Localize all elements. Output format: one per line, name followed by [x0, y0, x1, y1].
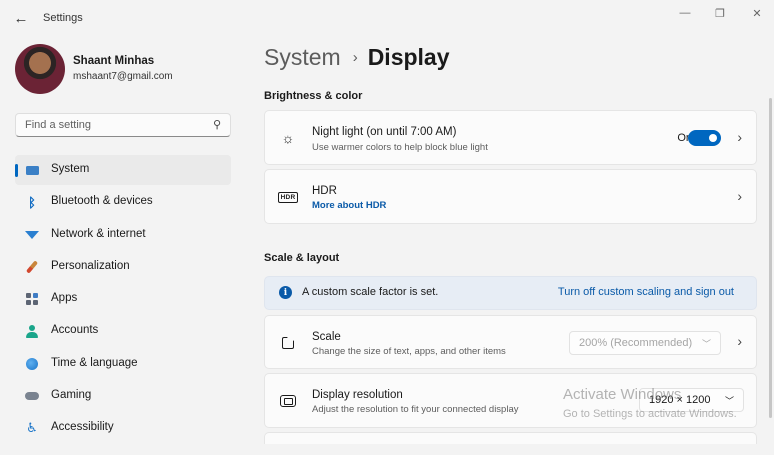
- chevron-right-icon: ›: [352, 49, 358, 66]
- chevron-right-icon[interactable]: ›: [737, 333, 742, 349]
- close-icon: ✕: [752, 7, 762, 20]
- search-input[interactable]: Find a setting: [25, 119, 91, 131]
- restore-icon: ❐: [715, 7, 725, 20]
- active-indicator: [15, 164, 18, 177]
- sidebar-item-label: Accessibility: [51, 421, 114, 434]
- sidebar-item-label: Network & internet: [51, 227, 146, 240]
- sidebar-item-gaming[interactable]: Gaming: [15, 381, 231, 411]
- user-name: Shaant Minhas: [73, 55, 155, 67]
- chevron-down-icon: ﹀: [701, 339, 711, 349]
- resolution-icon: [279, 392, 297, 410]
- breadcrumb: System › Display: [264, 44, 450, 71]
- globe-icon: [25, 357, 39, 371]
- brush-icon: [25, 260, 39, 274]
- section-title-scale-layout: Scale & layout: [264, 252, 340, 264]
- restore-button[interactable]: ❐: [705, 4, 735, 22]
- scale-subtitle: Change the size of text, apps, and other…: [312, 346, 506, 357]
- display-resolution-title: Display resolution: [312, 389, 403, 401]
- search-icon[interactable]: ⚲: [213, 118, 221, 131]
- sidebar-item-label: Apps: [51, 292, 78, 305]
- hdr-title: HDR: [312, 185, 337, 197]
- sidebar-item-personalization[interactable]: Personalization: [15, 252, 231, 282]
- sidebar-item-time-language[interactable]: Time & language: [15, 349, 231, 379]
- sidebar-item-bluetooth[interactable]: ᛒ Bluetooth & devices: [15, 187, 231, 217]
- next-setting-card[interactable]: [264, 432, 757, 444]
- scale-title: Scale: [312, 331, 341, 343]
- minimize-icon: —: [679, 7, 691, 19]
- chevron-down-icon: ﹀: [724, 396, 734, 406]
- sidebar-item-accounts[interactable]: Accounts: [15, 316, 231, 346]
- scale-dropdown-value: 200% (Recommended): [579, 337, 693, 349]
- sidebar-item-label: Gaming: [51, 389, 92, 402]
- toggle-knob: [709, 134, 717, 142]
- sidebar-item-network[interactable]: Network & internet: [15, 220, 231, 250]
- accounts-icon: [25, 324, 39, 338]
- title-bar: ← Settings — ❐ ✕: [0, 0, 774, 36]
- bluetooth-icon: ᛒ: [28, 194, 36, 210]
- breadcrumb-parent[interactable]: System: [264, 44, 341, 70]
- custom-scale-info-bar: i A custom scale factor is set. Turn off…: [264, 276, 757, 310]
- wifi-icon: [25, 228, 39, 242]
- section-title-brightness: Brightness & color: [264, 90, 363, 102]
- sidebar-item-accessibility[interactable]: ♿ Accessibility: [15, 413, 231, 443]
- sidebar-item-apps[interactable]: Apps: [15, 284, 231, 314]
- settings-window: ← Settings — ❐ ✕ Shaant Minhas mshaant7@…: [0, 0, 774, 455]
- hdr-card[interactable]: HDR HDR More about HDR ›: [264, 169, 757, 224]
- app-title: Settings: [43, 12, 83, 24]
- gamepad-icon: [25, 389, 39, 403]
- custom-scale-info-text: A custom scale factor is set.: [302, 286, 439, 298]
- display-resolution-subtitle: Adjust the resolution to fit your connec…: [312, 404, 519, 415]
- night-light-card[interactable]: ☼ Night light (on until 7:00 AM) Use war…: [264, 110, 757, 165]
- night-light-toggle[interactable]: [688, 130, 721, 146]
- chevron-right-icon[interactable]: ›: [737, 129, 742, 145]
- scrollbar[interactable]: [769, 98, 772, 418]
- brightness-icon: ☼: [281, 130, 295, 146]
- sidebar-item-label: Accounts: [51, 324, 99, 337]
- night-light-subtitle: Use warmer colors to help block blue lig…: [312, 142, 488, 153]
- hdr-icon: HDR: [278, 188, 298, 206]
- user-email: mshaant7@gmail.com: [73, 71, 173, 82]
- chevron-right-icon[interactable]: ›: [737, 188, 742, 204]
- sidebar-item-system[interactable]: System: [15, 155, 231, 185]
- activate-windows-watermark: Activate Windows: [563, 386, 682, 403]
- close-button[interactable]: ✕: [742, 4, 772, 22]
- sidebar-item-label: System: [51, 163, 90, 175]
- more-about-hdr-link[interactable]: More about HDR: [312, 200, 386, 211]
- night-light-title: Night light (on until 7:00 AM): [312, 126, 457, 138]
- accessibility-icon: ♿: [26, 420, 38, 436]
- back-button[interactable]: ←: [10, 8, 32, 28]
- sidebar-nav: System ᛒ Bluetooth & devices Network & i…: [15, 155, 231, 446]
- sidebar-item-label: Personalization: [51, 259, 130, 272]
- scale-icon: [279, 334, 297, 352]
- turn-off-custom-scaling-link[interactable]: Turn off custom scaling and sign out: [558, 286, 734, 298]
- activate-windows-subtitle: Go to Settings to activate Windows.: [563, 408, 737, 420]
- page-title: Display: [367, 44, 450, 70]
- back-arrow-icon: ←: [13, 9, 29, 27]
- minimize-button[interactable]: —: [670, 4, 700, 22]
- sidebar-item-label: Time & language: [51, 356, 138, 369]
- sidebar-item-label: Bluetooth & devices: [51, 195, 153, 208]
- avatar: [15, 44, 65, 94]
- scale-card[interactable]: Scale Change the size of text, apps, and…: [264, 315, 757, 369]
- info-icon: i: [279, 286, 292, 299]
- search-box[interactable]: Find a setting ⚲: [15, 113, 231, 137]
- system-icon: [25, 163, 39, 177]
- apps-icon: [25, 292, 39, 306]
- scale-dropdown[interactable]: 200% (Recommended) ﹀: [569, 331, 721, 355]
